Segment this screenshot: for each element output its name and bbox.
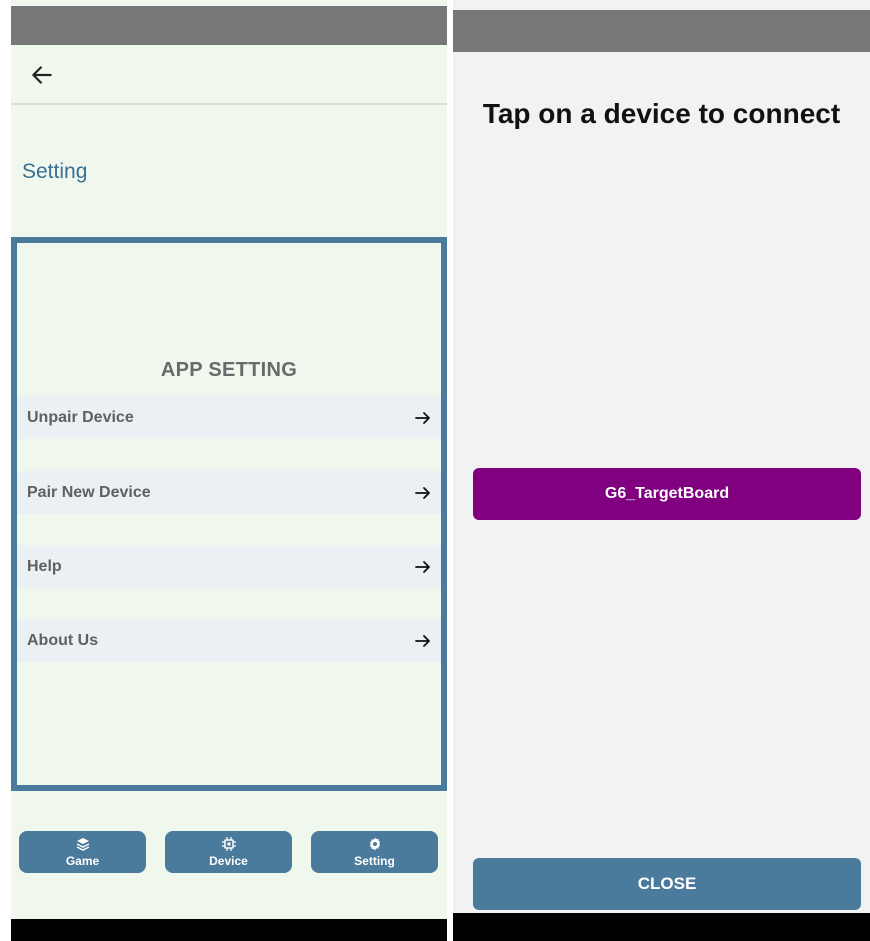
menu-item-help[interactable]: Help <box>17 545 441 588</box>
dialog-title: Tap on a device to connect <box>482 98 841 129</box>
app-setting-card: APP SETTING Unpair Device Pair New Devic… <box>11 237 447 791</box>
arrow-right-icon <box>415 560 430 573</box>
card-heading: APP SETTING <box>160 359 298 381</box>
tab-label: Game <box>65 854 100 868</box>
arrow-right-icon <box>415 411 430 424</box>
page-title: Setting <box>22 160 88 183</box>
close-button[interactable]: CLOSE <box>473 858 861 910</box>
menu-item-pair-new-device[interactable]: Pair New Device <box>17 471 441 514</box>
chip-icon <box>221 837 236 851</box>
status-bar <box>11 6 447 45</box>
settings-screen: Setting APP SETTING Unpair Device Pair N… <box>11 0 447 941</box>
tab-setting[interactable]: Setting <box>311 831 438 873</box>
device-button-g6-targetboard[interactable]: G6_TargetBoard <box>473 468 861 520</box>
menu-item-label: Unpair Device <box>27 408 134 426</box>
bottom-nav: Game Device Setting <box>19 831 439 873</box>
tab-label: Device <box>209 854 248 868</box>
menu-item-label: Pair New Device <box>27 483 151 501</box>
arrow-right-icon <box>415 486 430 499</box>
back-arrow-icon[interactable] <box>29 62 55 88</box>
tab-game[interactable]: Game <box>19 831 146 873</box>
system-nav-bar <box>11 919 447 941</box>
menu-item-label: About Us <box>27 631 99 649</box>
status-bar <box>453 10 870 52</box>
connect-device-screen: Tap on a device to connect G6_TargetBoar… <box>453 0 870 941</box>
menu-item-unpair-device[interactable]: Unpair Device <box>17 396 441 439</box>
tab-label: Setting <box>354 854 395 868</box>
menu-item-label: Help <box>27 557 62 575</box>
system-nav-bar <box>453 913 870 941</box>
toolbar <box>11 45 447 105</box>
menu-item-about-us[interactable]: About Us <box>17 619 441 662</box>
arrow-right-icon <box>415 634 430 647</box>
gear-icon <box>369 837 380 851</box>
tab-device[interactable]: Device <box>165 831 292 873</box>
layers-icon <box>76 838 89 851</box>
